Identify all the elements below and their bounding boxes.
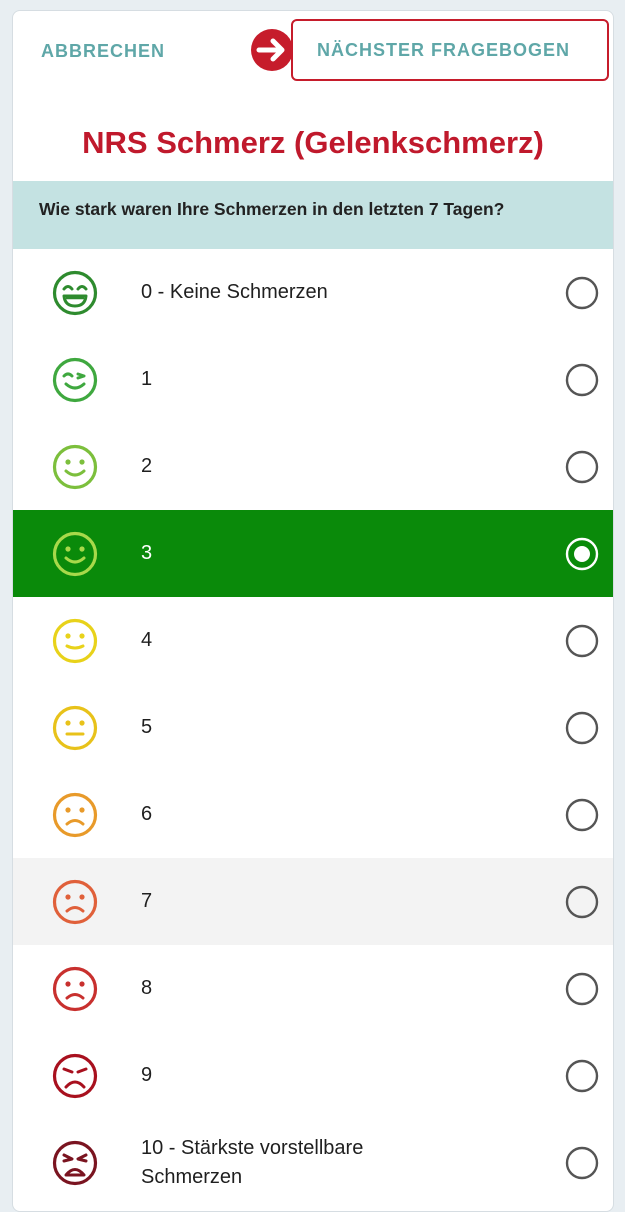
radio-button[interactable]	[565, 885, 599, 919]
face-icon	[52, 270, 98, 315]
face-icon	[52, 618, 98, 663]
option-label: 6	[141, 803, 153, 825]
option-label: 7	[141, 890, 153, 912]
face-icon	[52, 357, 98, 402]
option-label: 2	[141, 455, 153, 477]
option-label: 9	[141, 1064, 153, 1086]
option-row-3[interactable]: 3	[13, 510, 613, 597]
cancel-button[interactable]: ABBRECHEN	[41, 41, 165, 62]
question-text: Wie stark waren Ihre Schmerzen in den le…	[13, 181, 613, 249]
face-icon	[52, 792, 98, 837]
top-bar: ABBRECHEN NÄCHSTER FRAGEBOGEN	[13, 11, 613, 99]
option-label: 0 - Keine Schmerzen	[141, 281, 328, 303]
option-row-9[interactable]: 9	[13, 1032, 613, 1119]
arrow-right-icon	[251, 29, 293, 71]
option-label: 10 - Stärkste vorstellbare Schmerzen	[141, 1136, 364, 1188]
option-label: 3	[141, 542, 153, 564]
option-row-7[interactable]: 7	[13, 858, 613, 945]
radio-button[interactable]	[565, 1146, 599, 1180]
option-label: 5	[141, 716, 153, 738]
option-row-1[interactable]: 1	[13, 336, 613, 423]
option-row-0[interactable]: 0 - Keine Schmerzen	[13, 249, 613, 336]
face-icon	[52, 1140, 98, 1185]
face-icon	[52, 1053, 98, 1098]
option-row-2[interactable]: 2	[13, 423, 613, 510]
option-label: 4	[141, 629, 153, 651]
face-icon	[52, 966, 98, 1011]
options-list: 0 - Keine Schmerzen 1 2 3 4 5 6 7 8 9 10 - Stärkst…	[13, 249, 613, 1206]
radio-button[interactable]	[565, 276, 599, 310]
face-icon	[52, 531, 98, 576]
questionnaire-card: ABBRECHEN NÄCHSTER FRAGEBOGEN NRS Schmer…	[12, 10, 614, 1212]
radio-button[interactable]	[565, 711, 599, 745]
face-icon	[52, 705, 98, 750]
face-icon	[52, 444, 98, 489]
radio-button[interactable]	[565, 450, 599, 484]
page-title: NRS Schmerz (Gelenkschmerz)	[82, 125, 544, 160]
radio-button[interactable]	[565, 537, 599, 571]
radio-button[interactable]	[565, 363, 599, 397]
option-row-10[interactable]: 10 - Stärkste vorstellbare Schmerzen	[13, 1119, 613, 1206]
option-row-4[interactable]: 4	[13, 597, 613, 684]
radio-button[interactable]	[565, 1059, 599, 1093]
option-label: 1	[141, 368, 153, 390]
next-questionnaire-button[interactable]: NÄCHSTER FRAGEBOGEN	[291, 19, 609, 81]
option-row-8[interactable]: 8	[13, 945, 613, 1032]
radio-button[interactable]	[565, 972, 599, 1006]
next-questionnaire-label: NÄCHSTER FRAGEBOGEN	[317, 39, 571, 60]
option-row-5[interactable]: 5	[13, 684, 613, 771]
face-icon	[52, 879, 98, 924]
option-label: 8	[141, 977, 153, 999]
radio-button[interactable]	[565, 798, 599, 832]
option-row-6[interactable]: 6	[13, 771, 613, 858]
radio-button[interactable]	[565, 624, 599, 658]
